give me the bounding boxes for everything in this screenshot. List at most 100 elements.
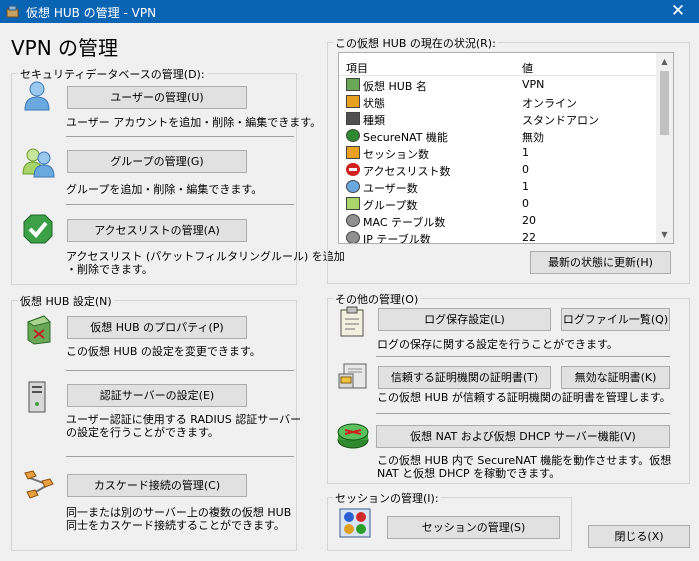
table-row[interactable]: MAC テーブル数 20 (339, 212, 657, 229)
log-settings-desc: ログの保存に関する設定を行うことができます。 (377, 338, 618, 351)
status-item-value: 1 (522, 146, 529, 159)
user-icon (24, 81, 50, 111)
close-button[interactable]: 閉じる(X) (588, 525, 690, 548)
no-entry-icon (346, 163, 360, 176)
status-list-header: 項目 値 (339, 53, 657, 76)
status-item-label: 種類 (363, 114, 385, 127)
gear-icon (346, 214, 360, 227)
status-item-value: 22 (522, 231, 536, 244)
column-header-value[interactable]: 値 (522, 60, 533, 76)
status-list[interactable]: 項目 値 仮想 HUB 名 VPN 状態 オンライン 種類 スタンドアロン SecureNA… (338, 52, 674, 244)
status-item-value: 無効 (522, 131, 544, 144)
router-icon (337, 423, 369, 449)
status-item-label: 状態 (363, 97, 385, 110)
server-icon (346, 112, 360, 125)
separator (376, 356, 670, 357)
separator (66, 456, 294, 457)
scroll-up-arrow[interactable]: ▲ (656, 53, 673, 70)
separator (66, 370, 294, 371)
separator (66, 136, 294, 137)
status-item-value: 0 (522, 163, 529, 176)
group-icon (22, 148, 55, 178)
status-list-scrollbar[interactable]: ▲ ▼ (656, 53, 673, 243)
app-icon (6, 5, 19, 18)
manage-groups-desc: グループを追加・削除・編集できます。 (66, 183, 263, 196)
table-row[interactable]: SecureNAT 機能 無効 (339, 127, 657, 144)
status-item-value: 0 (522, 197, 529, 210)
certificate-desc: この仮想 HUB が信頼する証明機関の証明書を管理します。 (377, 391, 671, 404)
server-icon (28, 381, 46, 413)
session-icon (339, 508, 371, 538)
nat-dhcp-desc-line1: この仮想 HUB 内で SecureNAT 機能を動作させます。仮想 (377, 454, 672, 467)
status-item-label: MAC テーブル数 (363, 216, 446, 229)
scrollbar-thumb[interactable] (660, 71, 669, 135)
hub-status-legend: この仮想 HUB の現在の状況(R): (333, 35, 498, 51)
status-item-label: アクセスリスト数 (363, 165, 451, 178)
status-item-value: 1 (522, 180, 529, 193)
access-list-desc-line2: ・削除できます。 (66, 263, 153, 276)
session-management-legend: セッションの管理(I): (333, 490, 441, 506)
hub-settings-legend: 仮想 HUB 設定(N) (18, 293, 114, 309)
window-title: 仮想 HUB の管理 - VPN (26, 6, 157, 20)
status-item-value: VPN (522, 78, 545, 91)
manage-users-desc: ユーザー アカウントを追加・削除・編集できます。 (66, 116, 322, 129)
status-item-label: ユーザー数 (363, 182, 418, 195)
group-icon (346, 197, 360, 210)
table-row[interactable]: 種類 スタンドアロン (339, 110, 657, 127)
trusted-ca-button[interactable]: 信頼する証明機関の証明書(T) (378, 366, 551, 389)
cascade-icon (24, 470, 54, 499)
log-clipboard-icon (340, 306, 364, 337)
session-icon (346, 146, 360, 159)
manage-users-button[interactable]: ユーザーの管理(U) (67, 86, 247, 109)
table-row[interactable]: 仮想 HUB 名 VPN (339, 76, 657, 93)
hub-icon (346, 78, 360, 91)
log-files-button[interactable]: ログファイル一覧(Q) (561, 308, 670, 331)
table-row[interactable]: IP テーブル数 22 (339, 229, 657, 244)
refresh-status-button[interactable]: 最新の状態に更新(H) (530, 251, 671, 274)
certificate-icon (338, 363, 367, 389)
cascade-desc-line1: 同一または別のサーバー上の複数の仮想 HUB (66, 506, 292, 519)
hub-properties-button[interactable]: 仮想 HUB のプロパティ(P) (67, 316, 247, 339)
status-item-label: SecureNAT 機能 (363, 131, 448, 144)
table-row[interactable]: ユーザー数 1 (339, 178, 657, 195)
column-header-item[interactable]: 項目 (346, 60, 368, 76)
status-item-label: 仮想 HUB 名 (363, 80, 427, 93)
status-item-label: セッション数 (363, 148, 429, 161)
separator (66, 204, 294, 205)
status-icon (346, 95, 360, 108)
invalid-cert-button[interactable]: 無効な証明書(K) (561, 366, 670, 389)
auth-server-desc-line1: ユーザー認証に使用する RADIUS 認証サーバー (66, 413, 302, 426)
manage-access-list-button[interactable]: アクセスリストの管理(A) (67, 219, 247, 242)
user-icon (346, 180, 360, 193)
status-item-label: グループ数 (363, 199, 418, 212)
access-list-desc-line1: アクセスリスト (パケットフィルタリングルール) を追加 (66, 250, 345, 263)
separator (376, 413, 670, 414)
log-settings-button[interactable]: ログ保存設定(L) (378, 308, 551, 331)
status-item-label: IP テーブル数 (363, 233, 431, 244)
window-close-button[interactable]: ✕ (663, 1, 693, 22)
securenat-icon (346, 129, 360, 142)
auth-server-settings-button[interactable]: 認証サーバーの設定(E) (67, 384, 247, 407)
status-item-value: 20 (522, 214, 536, 227)
status-item-value: オンライン (522, 97, 577, 110)
hub-properties-desc: この仮想 HUB の設定を変更できます。 (66, 345, 261, 358)
nat-dhcp-desc-line2: NAT と仮想 DHCP を稼動できます。 (377, 467, 561, 480)
other-management-legend: その他の管理(O) (333, 291, 421, 307)
gear-icon (346, 231, 360, 243)
table-row[interactable]: 状態 オンライン (339, 93, 657, 110)
virtual-nat-dhcp-button[interactable]: 仮想 NAT および仮想 DHCP サーバー機能(V) (376, 425, 670, 448)
table-row[interactable]: グループ数 0 (339, 195, 657, 212)
cascade-connection-button[interactable]: カスケード接続の管理(C) (67, 474, 247, 497)
cascade-desc-line2: 同士をカスケード接続することができます。 (66, 519, 285, 532)
shield-check-icon (23, 214, 53, 244)
table-row[interactable]: セッション数 1 (339, 144, 657, 161)
scroll-down-arrow[interactable]: ▼ (656, 226, 673, 243)
title-bar: 仮想 HUB の管理 - VPN ✕ (0, 0, 699, 23)
manage-sessions-button[interactable]: セッションの管理(S) (387, 516, 560, 539)
hub-properties-icon (26, 315, 51, 345)
manage-groups-button[interactable]: グループの管理(G) (67, 150, 247, 173)
table-row[interactable]: アクセスリスト数 0 (339, 161, 657, 178)
status-item-value: スタンドアロン (522, 114, 599, 127)
auth-server-desc-line2: の設定を行うことができます。 (66, 426, 219, 439)
page-title: VPN の管理 (11, 36, 119, 60)
